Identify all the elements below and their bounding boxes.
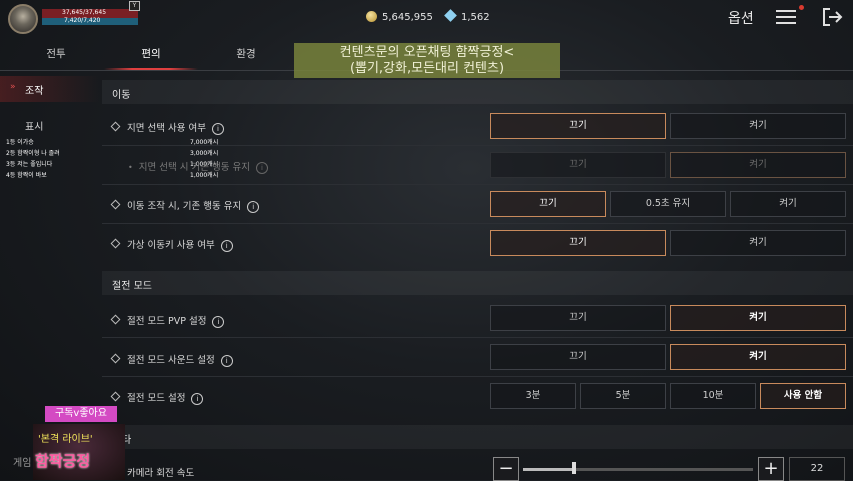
- row-divider: [102, 223, 853, 224]
- streamer-brand-text: 함짝긍정: [35, 452, 91, 470]
- overlay-line-1: 컨텐츠문의 오픈채팅 함짝긍정<: [339, 45, 515, 60]
- gem-display: 1,562: [444, 9, 490, 23]
- row-divider: [102, 376, 853, 377]
- section-title-power-save: 절전 모드: [112, 281, 152, 292]
- ranking-amount: 3,000캐시: [190, 150, 219, 157]
- camera-increase-button[interactable]: +: [758, 457, 784, 481]
- diamond-bullet-icon: [110, 199, 121, 210]
- section-title-move: 이동: [112, 90, 131, 101]
- mp-text: 7,420/7,420: [64, 17, 101, 24]
- sidebar-item-game[interactable]: 게임: [13, 454, 31, 469]
- target-keep-on-button: 켜기: [670, 152, 846, 178]
- target-keep-off-button: 끄기: [490, 152, 666, 178]
- ranking-row: 1등 이가승: [6, 139, 34, 146]
- power-mode-5min-button[interactable]: 5분: [580, 383, 666, 409]
- notification-dot: [799, 5, 804, 10]
- ranking-row: 2등 함짝이형 나 졸려: [6, 150, 60, 157]
- section-header-move: [102, 80, 853, 104]
- level-badge: Y: [129, 1, 140, 11]
- tab-environment[interactable]: 환경: [210, 46, 282, 70]
- move-keep-on-button[interactable]: 켜기: [730, 191, 846, 217]
- exit-icon[interactable]: [821, 7, 843, 27]
- camera-speed-slider-handle[interactable]: [572, 462, 576, 474]
- row-divider: [102, 145, 853, 146]
- virtual-key-on-button[interactable]: 켜기: [670, 230, 846, 256]
- move-keep-half-second-button[interactable]: 0.5초 유지: [610, 191, 726, 217]
- ranking-row: 3등 저는 좋입니다: [6, 161, 53, 168]
- info-icon[interactable]: i: [247, 201, 260, 213]
- info-icon[interactable]: i: [191, 393, 204, 405]
- chat-overlay-banner: 컨텐츠문의 오픈채팅 함짝긍정< (뽑기,강화,모든대리 컨텐츠): [294, 43, 560, 78]
- setting-power-mode: 절전 모드 설정 i: [110, 390, 204, 405]
- move-keep-off-button[interactable]: 끄기: [490, 191, 606, 217]
- power-sound-on-button[interactable]: 켜기: [670, 344, 846, 370]
- sidebar-item-controls[interactable]: 조작: [25, 82, 43, 97]
- tab-convenience[interactable]: 편의: [104, 46, 198, 70]
- diamond-bullet-icon: [110, 353, 121, 364]
- power-mode-off-button[interactable]: 사용 안함: [760, 383, 846, 409]
- virtual-key-off-button[interactable]: 끄기: [490, 230, 666, 256]
- info-icon[interactable]: i: [220, 355, 233, 367]
- chevron-right-icon: »: [10, 82, 16, 92]
- section-header-other: [102, 425, 853, 449]
- row-divider: [102, 337, 853, 338]
- setting-power-pvp: 절전 모드 PVP 설정 i: [110, 313, 225, 328]
- overlay-line-2: (뽑기,강화,모든대리 컨텐츠): [349, 61, 505, 76]
- sidebar-item-display[interactable]: 표시: [25, 118, 43, 133]
- setting-virtual-key: 가상 이동키 사용 여부 i: [110, 237, 233, 252]
- target-select-off-button[interactable]: 끄기: [490, 113, 666, 139]
- target-select-on-button[interactable]: 켜기: [670, 113, 846, 139]
- hamburger-menu-icon[interactable]: [776, 8, 798, 26]
- camera-speed-value: 22: [789, 457, 845, 481]
- setting-move-keep: 이동 조작 시, 기존 행동 유지 i: [110, 198, 260, 213]
- hp-text: 37,645/37,645: [62, 9, 107, 16]
- power-mode-3min-button[interactable]: 3분: [490, 383, 576, 409]
- info-icon[interactable]: i: [212, 316, 225, 328]
- setting-target-keep: • 지면 선택 시 기존 행동 유지 i: [128, 159, 268, 174]
- gold-coin-icon: [366, 11, 377, 22]
- setting-target-select: 지면 선택 사용 여부 i: [110, 120, 224, 135]
- info-icon: i: [255, 162, 268, 174]
- diamond-bullet-icon: [110, 314, 121, 325]
- row-divider: [102, 184, 853, 185]
- ranking-row: 4등 함짝이 바보: [6, 172, 47, 179]
- gem-amount: 1,562: [461, 12, 490, 23]
- section-header-power-save: [102, 271, 853, 295]
- live-sticker-text: '본격 라이브': [38, 434, 93, 445]
- setting-power-sound: 절전 모드 사운드 설정 i: [110, 352, 233, 367]
- power-mode-10min-button[interactable]: 10분: [670, 383, 756, 409]
- power-pvp-on-button[interactable]: 켜기: [670, 305, 846, 331]
- diamond-bullet-icon: [110, 391, 121, 402]
- camera-decrease-button[interactable]: −: [493, 457, 519, 481]
- info-icon[interactable]: i: [211, 123, 224, 135]
- subscribe-sticker: 구독v좋아요: [45, 406, 117, 422]
- page-title: 옵션: [728, 11, 754, 27]
- power-sound-off-button[interactable]: 끄기: [490, 344, 666, 370]
- info-icon[interactable]: i: [220, 240, 233, 252]
- bullet-icon: •: [128, 163, 133, 172]
- camera-speed-slider-fill: [523, 468, 574, 471]
- gem-icon: [444, 9, 457, 22]
- diamond-bullet-icon: [110, 238, 121, 249]
- power-pvp-off-button[interactable]: 끄기: [490, 305, 666, 331]
- tab-combat[interactable]: 전투: [20, 46, 92, 70]
- diamond-bullet-icon: [110, 121, 121, 132]
- gold-amount: 5,645,955: [382, 12, 433, 23]
- player-avatar[interactable]: [8, 4, 38, 34]
- gold-display: 5,645,955: [366, 11, 433, 23]
